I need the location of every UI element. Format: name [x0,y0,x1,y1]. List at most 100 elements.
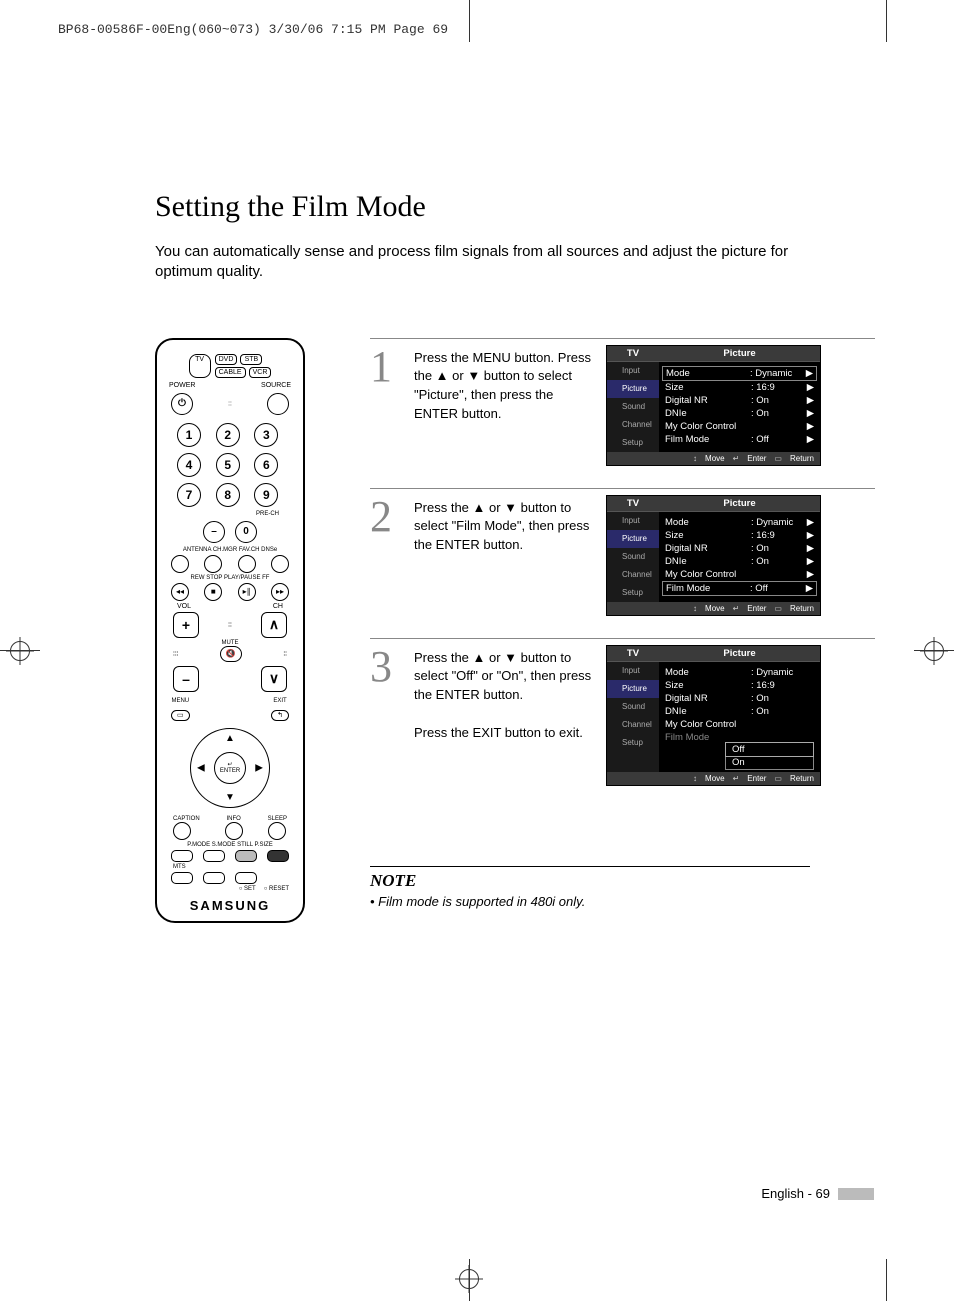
chevron-right-icon: ▶ [806,395,814,406]
osd-screenshot: TVPictureInputPictureSoundChannelSetupMo… [606,345,821,466]
osd-sidebar-label: Sound [622,702,645,711]
osd-row-key: My Color Control [665,421,751,432]
osd-row-key: Digital NR [665,693,751,704]
osd-sidebar-icon [610,366,620,376]
num-2: 2 [216,423,240,447]
page-footer: English - 69 [761,1186,874,1201]
osd-sidebar-item: Input [607,362,659,380]
osd-sidebar-icon [610,738,620,748]
chevron-right-icon: ▶ [806,530,814,541]
osd-sidebar-item: Picture [607,680,659,698]
chevron-right-icon: ▶ [806,543,814,554]
osd-sidebar-icon [610,402,620,412]
osd-footer-label: Enter [747,774,766,783]
osd-sidebar-item: Sound [607,398,659,416]
osd-title: Picture [659,346,820,362]
osd-footer-icon: ↕ [693,774,697,783]
osd-sidebar-icon [610,534,620,544]
footer-text: English - 69 [761,1186,830,1201]
osd-sidebar-label: Channel [622,570,652,579]
caption-label: CAPTION [173,816,200,822]
indicator-dots-2: ∶∶ [228,621,232,629]
osd-row: Size: 16:9▶ [665,381,814,394]
chevron-right-icon: ▶ [806,408,814,419]
reset-label: ○ RESET [264,886,289,892]
sleep-label: SLEEP [268,816,287,822]
device-vcr: VCR [249,367,272,378]
osd-row-key: DNIe [665,556,751,567]
note-block: NOTE• Film mode is supported in 480i onl… [370,866,875,909]
chevron-right-icon: ▶ [806,517,814,528]
chevron-right-icon: ▶ [805,368,813,379]
osd-row-value: : 16:9 [751,530,806,541]
intro-text: You can automatically sense and process … [155,242,835,283]
chevron-right-icon: ▶ [806,569,814,580]
osd-row-key: Mode [666,368,750,379]
osd-row-key: Size [665,382,751,393]
osd-sidebar-item: Sound [607,698,659,716]
device-tv: TV [189,354,211,378]
power-label: POWER [169,382,195,389]
num-6: 6 [254,453,278,477]
osd-row-value: : On [751,395,806,406]
vol-down-icon: – [173,666,199,692]
indicator-dots-3: ∶∶∶ [173,650,178,658]
osd-row-key: Size [665,680,751,691]
dpad: ▲ ▼ ◀ ▶ ↵ ENTER [190,728,270,808]
osd-main: Mode: Dynamic▶Size: 16:9▶Digital NR: On▶… [659,362,820,452]
num-4: 4 [177,453,201,477]
pmode-button [171,850,193,862]
set-label: ○ SET [239,886,256,892]
vol-up-icon: + [173,612,199,638]
osd-title: Picture [659,646,820,662]
mute-icon: 🔇 [220,646,242,662]
osd-row: Size: 16:9 [665,679,814,692]
osd-sidebar-icon [610,570,620,580]
dash-button: – [203,521,225,543]
osd-row: My Color Control▶ [665,420,814,433]
osd-footer-label: Enter [747,604,766,613]
osd-row-value: : On [751,693,806,704]
osd-row-key: DNIe [665,706,751,717]
osd-footer-label: Return [790,454,814,463]
osd-row-key: My Color Control [665,719,751,730]
step-text: Press the ▲ or ▼ button to select "Off" … [414,645,594,786]
exit-button-icon: ↰ [271,710,289,721]
osd-sidebar-item: Sound [607,548,659,566]
step-2: 2Press the ▲ or ▼ button to select "Film… [370,488,875,634]
step-number: 1 [370,345,402,466]
num-0: 0 [235,521,257,543]
osd-footer-label: Move [705,774,725,783]
step-3: 3Press the ▲ or ▼ button to select "Off"… [370,638,875,804]
osd-row: Mode: Dynamic▶ [662,366,817,381]
brand-label: SAMSUNG [163,898,297,913]
osd-sidebar-label: Input [622,516,640,525]
device-dvd: DVD [215,354,238,365]
osd-sidebar-label: Picture [622,384,647,393]
osd-sidebar: Input Picture SoundChannel Setup [607,362,659,452]
source-button [267,393,289,415]
osd-tv-label: TV [607,646,659,662]
osd-sidebar-icon [610,702,620,712]
osd-main: Mode: DynamicSize: 16:9Digital NR: OnDNI… [659,662,820,772]
osd-footer-icon: ▭ [774,454,782,463]
osd-footer-icon: ↵ [733,604,740,613]
step-text: Press the MENU button. Press the ▲ or ▼ … [414,345,594,466]
ff-icon: ▸▸ [271,583,289,601]
osd-row: DNIe: On▶ [665,555,814,568]
caption-button [173,822,191,840]
osd-row-key: Size [665,530,751,541]
ch-label: CH [273,603,283,610]
footer-bar-icon [838,1188,874,1200]
osd-sidebar-label: Setup [622,438,643,447]
osd-row-value: : On [751,556,806,567]
osd-row-key: Digital NR [665,543,751,554]
indicator-dots: ∶∶ [228,400,232,408]
row-labels-a: ANTENNA CH.MGR FAV.CH DNSe [163,547,297,553]
osd-sidebar-item: Channel [607,416,659,434]
page-title: Setting the Film Mode [155,190,875,224]
osd-sidebar-label: Input [622,666,640,675]
osd-sidebar: InputPictureSoundChannelSetup [607,512,659,602]
ch-up-icon: ∧ [261,612,287,638]
rew-icon: ◂◂ [171,583,189,601]
